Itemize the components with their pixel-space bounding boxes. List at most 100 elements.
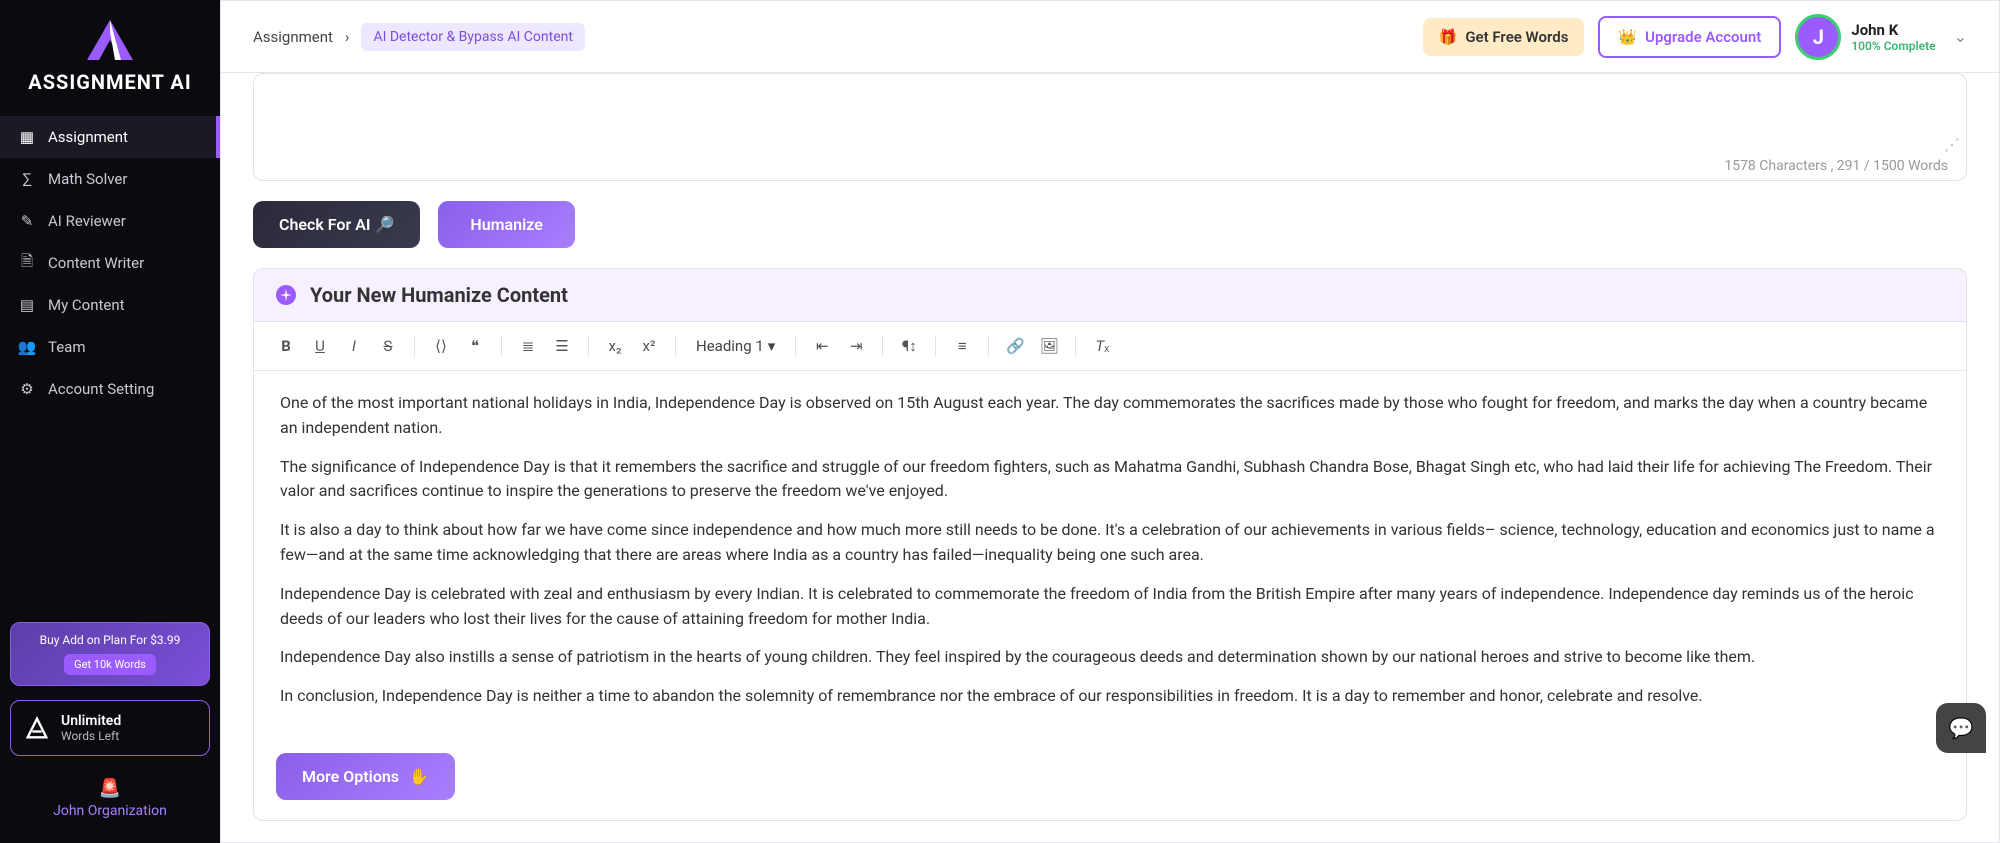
resize-handle-icon[interactable]: ⋰: [1944, 135, 1960, 154]
unordered-list-button[interactable]: ☰: [548, 332, 576, 360]
humanize-button[interactable]: Humanize: [438, 201, 574, 248]
gift-icon: 🎁: [1439, 28, 1458, 46]
brand-name: ASSIGNMENT AI: [0, 70, 220, 94]
input-textarea[interactable]: ⋰ 1578 Characters , 291 / 1500 Words: [253, 73, 1967, 181]
result-paragraph: One of the most important national holid…: [280, 391, 1940, 441]
nav-label: My Content: [48, 296, 125, 314]
sidebar-item-content-writer[interactable]: 🗎 Content Writer: [0, 242, 220, 284]
org-area[interactable]: 🚨 John Organization: [10, 770, 210, 833]
upgrade-account-button[interactable]: 👑 Upgrade Account: [1598, 16, 1781, 58]
separator: [795, 335, 796, 357]
grid-icon: ▦: [18, 128, 36, 146]
code-button[interactable]: ⟨⟩: [427, 332, 455, 360]
sidebar-item-account-setting[interactable]: ⚙ Account Setting: [0, 368, 220, 410]
more-options-button[interactable]: More Options✋: [276, 753, 455, 800]
italic-button[interactable]: I: [340, 332, 368, 360]
file-icon: ▤: [18, 296, 36, 314]
ordered-list-button[interactable]: ≣: [514, 332, 542, 360]
subscript-button[interactable]: x₂: [601, 332, 629, 360]
nav-label: Team: [48, 338, 86, 356]
link-button[interactable]: 🔗: [1001, 332, 1029, 360]
underline-button[interactable]: U: [306, 332, 334, 360]
breadcrumb-root[interactable]: Assignment: [253, 28, 333, 46]
separator: [675, 335, 676, 357]
doc-icon: 🗎: [18, 254, 36, 272]
result-paragraph: Independence Day also instills a sense o…: [280, 645, 1940, 670]
sidebar: ASSIGNMENT AI ▦ Assignment ∑ Math Solver ✎…: [0, 0, 220, 843]
unlimited-box[interactable]: Unlimited Words Left: [10, 700, 210, 756]
result-paragraph: Independence Day is celebrated with zeal…: [280, 582, 1940, 632]
separator: [501, 335, 502, 357]
siren-icon: 🚨: [10, 778, 210, 799]
separator: [1075, 335, 1076, 357]
sidebar-item-ai-reviewer[interactable]: ✎ AI Reviewer: [0, 200, 220, 242]
heading-select[interactable]: Heading 1 ▾: [688, 333, 783, 359]
gfw-label: Get Free Words: [1465, 28, 1568, 46]
quote-button[interactable]: ❝: [461, 332, 489, 360]
user-completion: 100% Complete: [1851, 39, 1935, 53]
addon-cta-button[interactable]: Get 10k Words: [64, 654, 156, 675]
result-body[interactable]: One of the most important national holid…: [254, 371, 1966, 743]
logo-icon: [83, 18, 137, 62]
hand-icon: ✋: [409, 767, 429, 786]
result-title: Your New Humanize Content: [310, 283, 568, 307]
chat-icon: 💬: [1949, 716, 1974, 740]
separator: [935, 335, 936, 357]
align-button[interactable]: ≡: [948, 332, 976, 360]
result-paragraph: In conclusion, Independence Day is neith…: [280, 684, 1940, 709]
gear-icon: ⚙: [18, 380, 36, 398]
nav-label: Content Writer: [48, 254, 144, 272]
top-actions: 🎁 Get Free Words 👑 Upgrade Account J John …: [1423, 14, 1967, 60]
upgrade-label: Upgrade Account: [1645, 28, 1761, 46]
sidebar-item-math-solver[interactable]: ∑ Math Solver: [0, 158, 220, 200]
separator: [588, 335, 589, 357]
nav-label: AI Reviewer: [48, 212, 126, 230]
breadcrumb-current: AI Detector & Bypass AI Content: [361, 23, 585, 51]
separator: [882, 335, 883, 357]
nav-label: Assignment: [48, 128, 128, 146]
image-button[interactable]: 🖼: [1035, 332, 1063, 360]
chat-button[interactable]: 💬: [1936, 703, 1986, 753]
sidebar-item-my-content[interactable]: ▤ My Content: [0, 284, 220, 326]
result-paragraph: The significance of Independence Day is …: [280, 455, 1940, 505]
editor-toolbar: B U I S ⟨⟩ ❝ ≣ ☰ x₂ x² Heading 1 ▾ ⇤ ⇥ ¶…: [254, 322, 1966, 371]
crown-icon: 👑: [1618, 28, 1637, 46]
addon-box: Buy Add on Plan For $3.99 Get 10k Words: [10, 622, 210, 686]
unlimited-icon: [23, 714, 51, 742]
avatar: J: [1795, 14, 1841, 60]
review-icon: ✎: [18, 212, 36, 230]
logo[interactable]: ASSIGNMENT AI: [0, 0, 220, 116]
sidebar-item-team[interactable]: 👥 Team: [0, 326, 220, 368]
math-icon: ∑: [18, 170, 36, 188]
nav-label: Account Setting: [48, 380, 154, 398]
get-free-words-button[interactable]: 🎁 Get Free Words: [1423, 18, 1585, 56]
breadcrumb: Assignment › AI Detector & Bypass AI Con…: [253, 23, 585, 51]
sidebar-bottom: Buy Add on Plan For $3.99 Get 10k Words …: [0, 612, 220, 843]
nav-label: Math Solver: [48, 170, 127, 188]
check-for-ai-button[interactable]: Check For AI 🔎: [253, 201, 420, 248]
user-menu[interactable]: J John K 100% Complete ⌄: [1795, 14, 1967, 60]
chevron-down-icon: ⌄: [1954, 27, 1967, 46]
outdent-button[interactable]: ⇤: [808, 332, 836, 360]
result-header: Your New Humanize Content: [254, 269, 1966, 322]
user-name: John K: [1851, 21, 1935, 39]
team-icon: 👥: [18, 338, 36, 356]
sparkle-icon: [274, 283, 298, 307]
content: ⋰ 1578 Characters , 291 / 1500 Words Che…: [221, 73, 1999, 842]
unlimited-text: Unlimited Words Left: [61, 713, 121, 743]
clear-format-button[interactable]: Tₓ: [1088, 332, 1116, 360]
superscript-button[interactable]: x²: [635, 332, 663, 360]
text-direction-button[interactable]: ¶↕: [895, 332, 923, 360]
separator: [988, 335, 989, 357]
indent-button[interactable]: ⇥: [842, 332, 870, 360]
char-word-counter: 1578 Characters , 291 / 1500 Words: [1724, 158, 1948, 174]
nav: ▦ Assignment ∑ Math Solver ✎ AI Reviewer 🗎 C…: [0, 116, 220, 410]
addon-title: Buy Add on Plan For $3.99: [21, 633, 199, 647]
separator: [414, 335, 415, 357]
sidebar-item-assignment[interactable]: ▦ Assignment: [0, 116, 220, 158]
action-row: Check For AI 🔎 Humanize: [253, 201, 1967, 248]
bold-button[interactable]: B: [272, 332, 300, 360]
unlimited-line2: Words Left: [61, 729, 121, 743]
strikethrough-button[interactable]: S: [374, 332, 402, 360]
main: Assignment › AI Detector & Bypass AI Con…: [220, 0, 2000, 843]
